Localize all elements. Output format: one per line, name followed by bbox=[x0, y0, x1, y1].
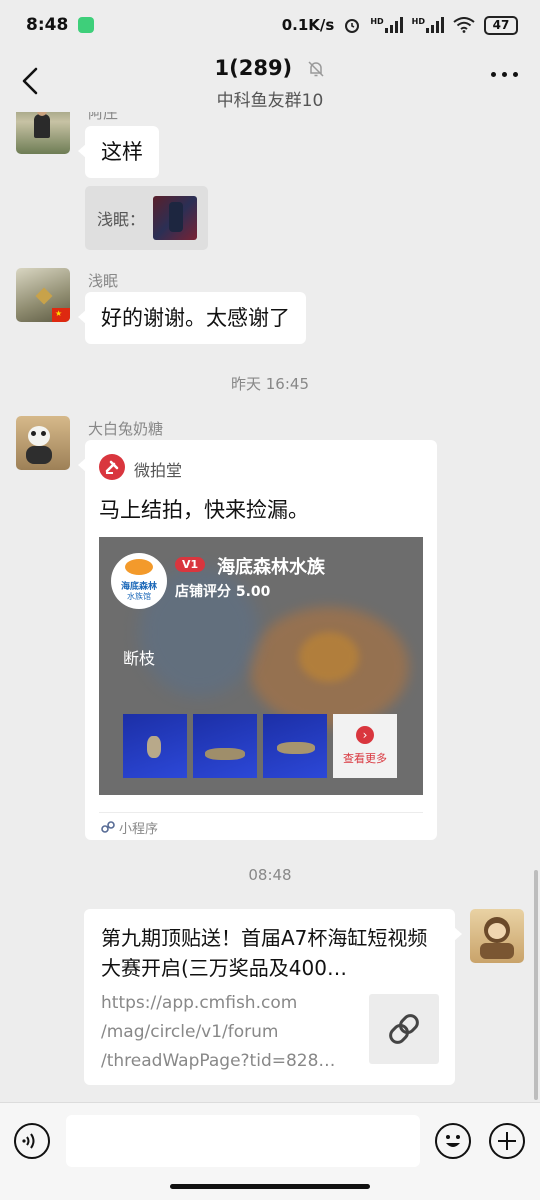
item-label: 断枝 bbox=[123, 649, 156, 668]
view-more-button[interactable]: › 查看更多 bbox=[333, 714, 397, 778]
view-more-label: 查看更多 bbox=[343, 752, 387, 765]
link-icon bbox=[389, 1014, 419, 1044]
battery-icon: 47 bbox=[484, 15, 518, 35]
chat-title-row: 1(289) bbox=[0, 56, 540, 80]
chat-header: 1(289) 中科鱼友群10 bbox=[0, 50, 540, 112]
signal-2-icon: HD bbox=[412, 17, 444, 33]
mini-program-app-name: 微拍堂 bbox=[134, 461, 183, 480]
avatar-self[interactable] bbox=[470, 909, 524, 963]
timestamp: 08:48 bbox=[248, 866, 292, 884]
mini-program-icon bbox=[101, 821, 115, 833]
quoted-message[interactable]: 浅眠： bbox=[85, 186, 208, 250]
link-url-line: /threadWapPage?tid=828… bbox=[101, 1051, 336, 1071]
signal-2-label: HD bbox=[411, 17, 425, 26]
message-bubble[interactable]: 这样 bbox=[78, 126, 159, 178]
link-thumbnail bbox=[369, 994, 439, 1064]
shop-logo-text-2: 水族馆 bbox=[127, 592, 151, 601]
scrollbar[interactable] bbox=[534, 870, 538, 1100]
link-url-line: https://app.cmfish.com bbox=[101, 993, 298, 1013]
alarm-icon bbox=[345, 19, 360, 33]
message-input[interactable] bbox=[66, 1115, 420, 1167]
link-card[interactable]: 第九期顶贴送！首届A7杯海缸短视频大赛开启(三万奖品及400… https://… bbox=[84, 909, 462, 1085]
product-thumbnail[interactable] bbox=[263, 714, 327, 778]
shop-level-badge: V1 bbox=[175, 557, 206, 572]
mini-program-label: 小程序 bbox=[119, 822, 159, 837]
card-text: 马上结拍，快来捡漏。 bbox=[99, 498, 309, 522]
clock: 8:48 bbox=[26, 15, 69, 35]
card-divider bbox=[99, 812, 423, 813]
sender-name: 大白兔奶糖 bbox=[88, 420, 164, 438]
network-speed: 0.1K/s bbox=[281, 16, 335, 34]
voice-input-icon[interactable] bbox=[14, 1123, 50, 1159]
home-indicator[interactable] bbox=[170, 1184, 370, 1189]
weipaitang-logo-icon bbox=[99, 454, 125, 480]
product-thumbnail[interactable] bbox=[123, 714, 187, 778]
shop-name: 海底森林水族 bbox=[217, 557, 325, 578]
shop-logo[interactable]: 海底森林 水族馆 bbox=[111, 553, 167, 609]
signal-1-label: HD bbox=[370, 17, 384, 26]
china-flag-badge: ★ bbox=[52, 308, 70, 322]
avatar-dabaitu[interactable] bbox=[16, 416, 70, 470]
sender-name: 阿庄 bbox=[88, 112, 119, 122]
notification-app-icon bbox=[78, 17, 95, 33]
quoted-image-thumbnail[interactable] bbox=[153, 196, 197, 240]
group-name: 中科鱼友群10 bbox=[216, 91, 324, 111]
chat-title: 1(289) bbox=[214, 56, 293, 80]
chevron-right-icon: › bbox=[356, 726, 374, 744]
message-text: 这样 bbox=[101, 140, 143, 164]
shop-rating: 店铺评分 5.00 bbox=[175, 584, 271, 600]
mini-program-card[interactable]: 微拍堂 马上结拍，快来捡漏。 海底森林 水族馆 V1 海底森林水族 店铺评分 5… bbox=[78, 440, 437, 840]
sender-name: 浅眠 bbox=[88, 272, 119, 290]
plus-icon[interactable] bbox=[489, 1123, 525, 1159]
mute-bell-icon bbox=[308, 61, 325, 77]
avatar-azhuang[interactable] bbox=[16, 112, 70, 154]
signal-1-icon: HD bbox=[370, 17, 403, 33]
message-list[interactable]: 阿庄 这样 浅眠： ★ 浅眠 好的谢谢。太感谢了 昨天 16:45 大白兔奶糖 … bbox=[0, 112, 540, 1102]
status-bar: 8:48 0.1K/s HD HD 47 bbox=[0, 0, 540, 50]
link-url-line: /mag/circle/v1/forum bbox=[101, 1022, 279, 1042]
message-text: 好的谢谢。太感谢了 bbox=[101, 306, 290, 330]
link-url: https://app.cmfish.com /mag/circle/v1/fo… bbox=[101, 989, 335, 1076]
product-thumbnail[interactable] bbox=[193, 714, 257, 778]
quote-sender: 浅眠： bbox=[97, 210, 146, 229]
link-title: 第九期顶贴送！首届A7杯海缸短视频大赛开启(三万奖品及400… bbox=[101, 926, 428, 980]
wifi-icon bbox=[453, 17, 475, 33]
avatar-qianmian[interactable]: ★ bbox=[16, 268, 70, 322]
card-preview-image[interactable]: 海底森林 水族馆 V1 海底森林水族 店铺评分 5.00 断枝 › 查看更多 bbox=[99, 537, 423, 795]
emoji-icon[interactable] bbox=[435, 1123, 471, 1159]
message-bubble[interactable]: 好的谢谢。太感谢了 bbox=[78, 292, 306, 344]
more-options-icon[interactable] bbox=[491, 72, 518, 77]
timestamp: 昨天 16:45 bbox=[231, 375, 309, 393]
